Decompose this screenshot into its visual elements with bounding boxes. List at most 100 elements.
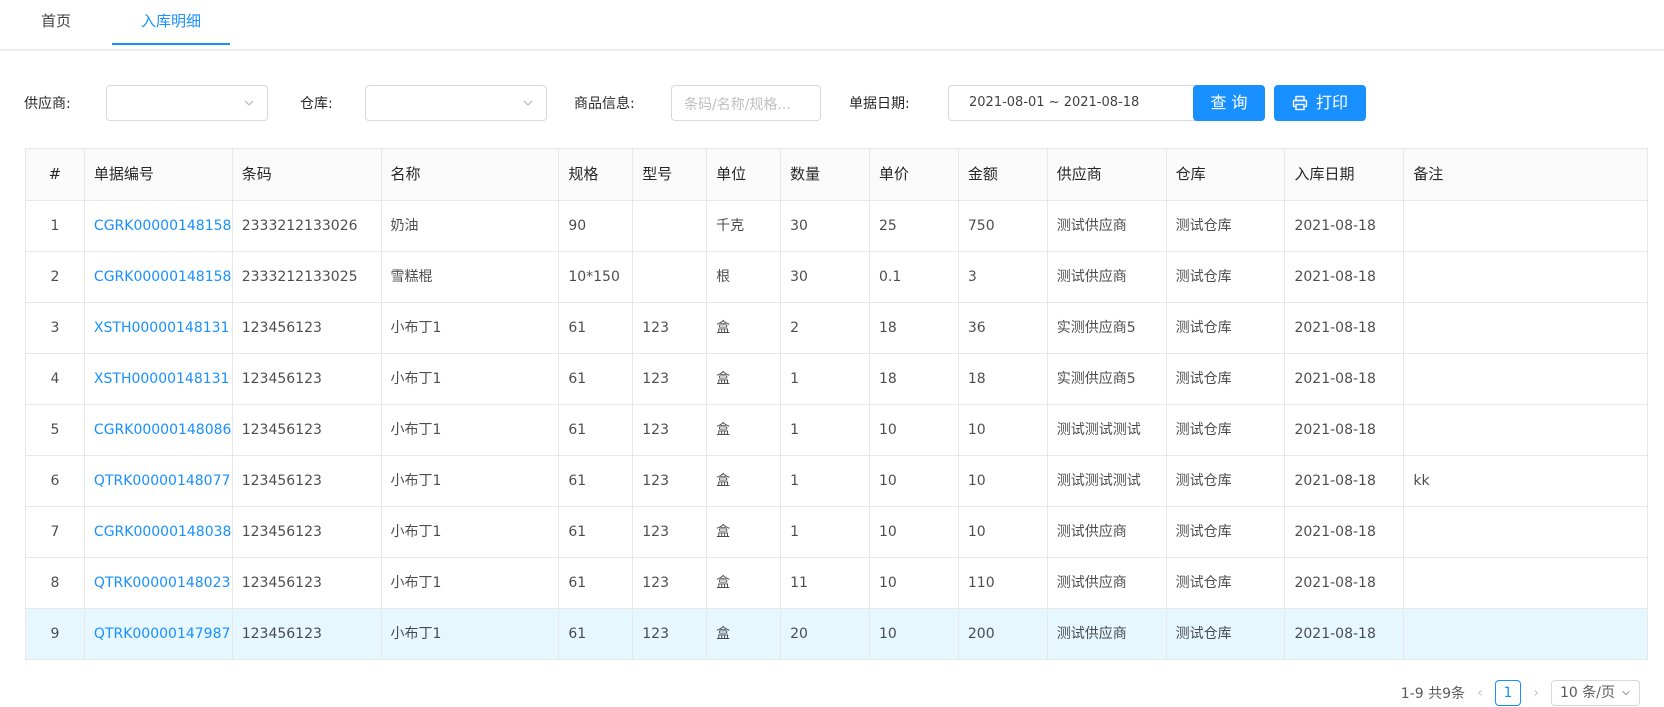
cell-quantity: 30 xyxy=(781,252,870,302)
date-range-picker[interactable]: 2021-08-01 ~ 2021-08-18 xyxy=(948,85,1210,121)
supplier-select[interactable] xyxy=(106,85,268,121)
cell-doc-number[interactable]: QTRK00000148077 xyxy=(85,456,233,506)
goods-label: 商品信息: xyxy=(574,96,635,112)
cell-inbound-date: 2021-08-18 xyxy=(1285,609,1405,659)
header-inbound-date: 入库日期 xyxy=(1285,149,1405,200)
cell-remark xyxy=(1404,252,1647,302)
cell-model: 123 xyxy=(633,558,708,608)
table-row[interactable]: 5 CGRK00000148086 123456123 小布丁1 61 123 盒 1 10 10… xyxy=(26,405,1647,456)
cell-spec: 61 xyxy=(559,405,634,455)
cell-inbound-date: 2021-08-18 xyxy=(1285,456,1405,506)
cell-supplier: 测试测试测试 xyxy=(1048,405,1167,455)
tab-home[interactable]: 首页 xyxy=(0,0,112,45)
cell-product-name: 小布丁1 xyxy=(382,609,560,659)
cell-spec: 90 xyxy=(559,201,634,251)
cell-warehouse: 测试仓库 xyxy=(1167,558,1286,608)
cell-doc-number[interactable]: CGRK00000148038 xyxy=(85,507,233,557)
printer-icon xyxy=(1292,95,1308,111)
cell-doc-number[interactable]: QTRK00000147987 xyxy=(85,609,233,659)
cell-barcode: 123456123 xyxy=(233,558,382,608)
date-label: 单据日期: xyxy=(849,96,910,112)
cell-unit-price: 10 xyxy=(870,456,959,506)
header-unit-price: 单价 xyxy=(870,149,959,200)
header-supplier: 供应商 xyxy=(1048,149,1167,200)
query-button[interactable]: 查 询 xyxy=(1193,85,1265,121)
cell-remark xyxy=(1404,354,1647,404)
table-row[interactable]: 2 CGRK00000148158 2333212133025 雪糕棍 10*150 根 3… xyxy=(26,252,1647,303)
cell-quantity: 20 xyxy=(781,609,870,659)
cell-doc-number[interactable]: CGRK00000148158 xyxy=(85,201,233,251)
cell-warehouse: 测试仓库 xyxy=(1167,405,1286,455)
cell-amount: 110 xyxy=(959,558,1048,608)
cell-warehouse: 测试仓库 xyxy=(1167,456,1286,506)
pagination-prev-button[interactable]: ‹ xyxy=(1473,685,1487,701)
cell-inbound-date: 2021-08-18 xyxy=(1285,201,1405,251)
cell-doc-number[interactable]: QTRK00000148023 xyxy=(85,558,233,608)
cell-remark: kk xyxy=(1413,473,1430,489)
cell-inbound-date: 2021-08-18 xyxy=(1285,507,1405,557)
cell-unit-price: 10 xyxy=(870,405,959,455)
header-row-index: # xyxy=(26,149,85,200)
cell-quantity: 1 xyxy=(781,456,870,506)
cell-supplier: 测试供应商 xyxy=(1048,201,1167,251)
cell-unit: 盒 xyxy=(707,609,782,659)
goods-search-placeholder: 条码/名称/规格... xyxy=(684,97,791,113)
tab-inbound-details[interactable]: 入库明细 xyxy=(112,0,230,45)
table-row[interactable]: 4 XSTH00000148131 123456123 小布丁1 61 123 盒 1 18 18… xyxy=(26,354,1647,405)
cell-supplier: 实测供应商5 xyxy=(1048,354,1167,404)
table-row[interactable]: 1 CGRK00000148158 2333212133026 奶油 90 千克 30 25 7… xyxy=(26,201,1647,252)
page-size-select[interactable]: 10 条/页 xyxy=(1551,680,1640,706)
cell-supplier: 测试供应商 xyxy=(1048,507,1167,557)
cell-model xyxy=(633,201,708,251)
cell-barcode: 123456123 xyxy=(233,507,382,557)
cell-spec: 61 xyxy=(559,456,634,506)
cell-quantity: 1 xyxy=(781,507,870,557)
cell-model: 123 xyxy=(633,609,708,659)
cell-doc-number[interactable]: CGRK00000148158 xyxy=(85,252,233,302)
table-row[interactable]: 9 QTRK00000147987 123456123 小布丁1 61 123 盒 20 10 2… xyxy=(26,609,1647,660)
cell-barcode: 123456123 xyxy=(233,354,382,404)
cell-spec: 61 xyxy=(559,609,634,659)
cell-amount: 3 xyxy=(959,252,1048,302)
table-row[interactable]: 8 QTRK00000148023 123456123 小布丁1 61 123 盒 11 10 1… xyxy=(26,558,1647,609)
cell-amount: 18 xyxy=(959,354,1048,404)
cell-warehouse: 测试仓库 xyxy=(1167,303,1286,353)
warehouse-label: 仓库: xyxy=(300,96,333,112)
cell-model xyxy=(633,252,708,302)
table-row[interactable]: 6 QTRK00000148077 123456123 小布丁1 61 123 盒 1 10 10… xyxy=(26,456,1647,507)
pagination-next-button[interactable]: › xyxy=(1529,685,1543,701)
cell-product-name: 小布丁1 xyxy=(382,456,560,506)
table-header-row: # 单据编号 条码 名称 规格 型号 单位 数量 单价 金额 供应商 仓库 入库日期 备注 xyxy=(26,149,1647,201)
cell-quantity: 2 xyxy=(781,303,870,353)
inbound-details-table: # 单据编号 条码 名称 规格 型号 单位 数量 单价 金额 供应商 仓库 入库日期 备注 1 CGRK000… xyxy=(25,148,1648,660)
cell-model: 123 xyxy=(633,405,708,455)
table-row[interactable]: 7 CGRK00000148038 123456123 小布丁1 61 123 盒 1 10 10… xyxy=(26,507,1647,558)
page-size-value: 10 条/页 xyxy=(1560,685,1615,701)
cell-row-index: 9 xyxy=(26,609,85,659)
cell-remark xyxy=(1404,609,1647,659)
cell-model: 123 xyxy=(633,354,708,404)
cell-inbound-date: 2021-08-18 xyxy=(1285,354,1405,404)
cell-warehouse: 测试仓库 xyxy=(1167,252,1286,302)
table-row[interactable]: 3 XSTH00000148131 123456123 小布丁1 61 123 盒 2 18 36… xyxy=(26,303,1647,354)
header-spec: 规格 xyxy=(559,149,634,200)
cell-unit-price: 18 xyxy=(870,354,959,404)
cell-barcode: 123456123 xyxy=(233,405,382,455)
cell-unit-price: 0.1 xyxy=(870,252,959,302)
cell-doc-number[interactable]: XSTH00000148131 xyxy=(85,354,233,404)
cell-spec: 61 xyxy=(559,303,634,353)
cell-warehouse: 测试仓库 xyxy=(1167,507,1286,557)
header-amount: 金额 xyxy=(959,149,1048,200)
pagination-page-1[interactable]: 1 xyxy=(1495,680,1522,706)
warehouse-select[interactable] xyxy=(365,85,547,121)
goods-search-input[interactable]: 条码/名称/规格... xyxy=(671,85,821,121)
cell-unit: 千克 xyxy=(707,201,782,251)
cell-doc-number[interactable]: CGRK00000148086 xyxy=(85,405,233,455)
print-button[interactable]: 打印 xyxy=(1274,85,1366,121)
header-product-name: 名称 xyxy=(382,149,560,200)
header-warehouse: 仓库 xyxy=(1167,149,1286,200)
cell-unit: 盒 xyxy=(707,507,782,557)
cell-quantity: 11 xyxy=(781,558,870,608)
cell-doc-number[interactable]: XSTH00000148131 xyxy=(85,303,233,353)
cell-unit: 盒 xyxy=(707,354,782,404)
